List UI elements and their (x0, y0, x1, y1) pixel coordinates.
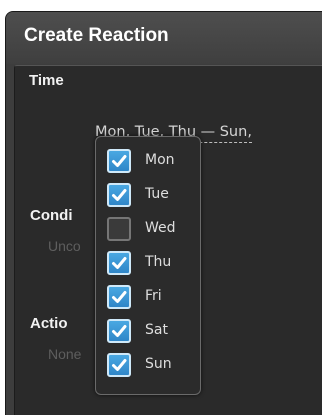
day-option-fri[interactable]: Fri (104, 284, 196, 310)
day-label: Thu (145, 254, 172, 270)
dialog-title: Create Reaction (24, 25, 169, 46)
day-label: Tue (145, 186, 169, 202)
day-checkbox[interactable] (107, 353, 131, 377)
conditions-value[interactable]: Unco (48, 238, 81, 254)
day-option-sat[interactable]: Sat (104, 318, 196, 344)
day-option-mon[interactable]: Mon (104, 148, 196, 174)
day-label: Sun (145, 356, 172, 372)
dialog-titlebar: Create Reaction (6, 12, 322, 64)
day-label: Fri (145, 288, 162, 304)
day-option-wed[interactable]: Wed (104, 216, 196, 242)
checkmark-icon (112, 325, 127, 337)
day-option-sun[interactable]: Sun (104, 352, 196, 378)
checkmark-icon (112, 359, 127, 371)
day-label: Mon (145, 152, 175, 168)
day-label: Wed (145, 220, 176, 236)
checkmark-icon (112, 291, 127, 303)
time-label: Time (29, 72, 64, 89)
checkmark-icon (112, 257, 127, 269)
day-option-thu[interactable]: Thu (104, 250, 196, 276)
conditions-label: Condi (30, 207, 73, 224)
day-option-tue[interactable]: Tue (104, 182, 196, 208)
checkmark-icon (112, 189, 127, 201)
day-checkbox[interactable] (107, 149, 131, 173)
actions-value[interactable]: None (48, 346, 81, 362)
day-checkbox[interactable] (107, 285, 131, 309)
actions-label: Actio (30, 315, 68, 332)
day-checkbox[interactable] (107, 217, 131, 241)
day-checkbox[interactable] (107, 319, 131, 343)
days-dropdown: Mon Tue Wed Thu Fri Sat Sun (95, 136, 201, 395)
checkmark-icon (112, 155, 127, 167)
day-label: Sat (145, 322, 168, 338)
day-checkbox[interactable] (107, 251, 131, 275)
day-checkbox[interactable] (107, 183, 131, 207)
